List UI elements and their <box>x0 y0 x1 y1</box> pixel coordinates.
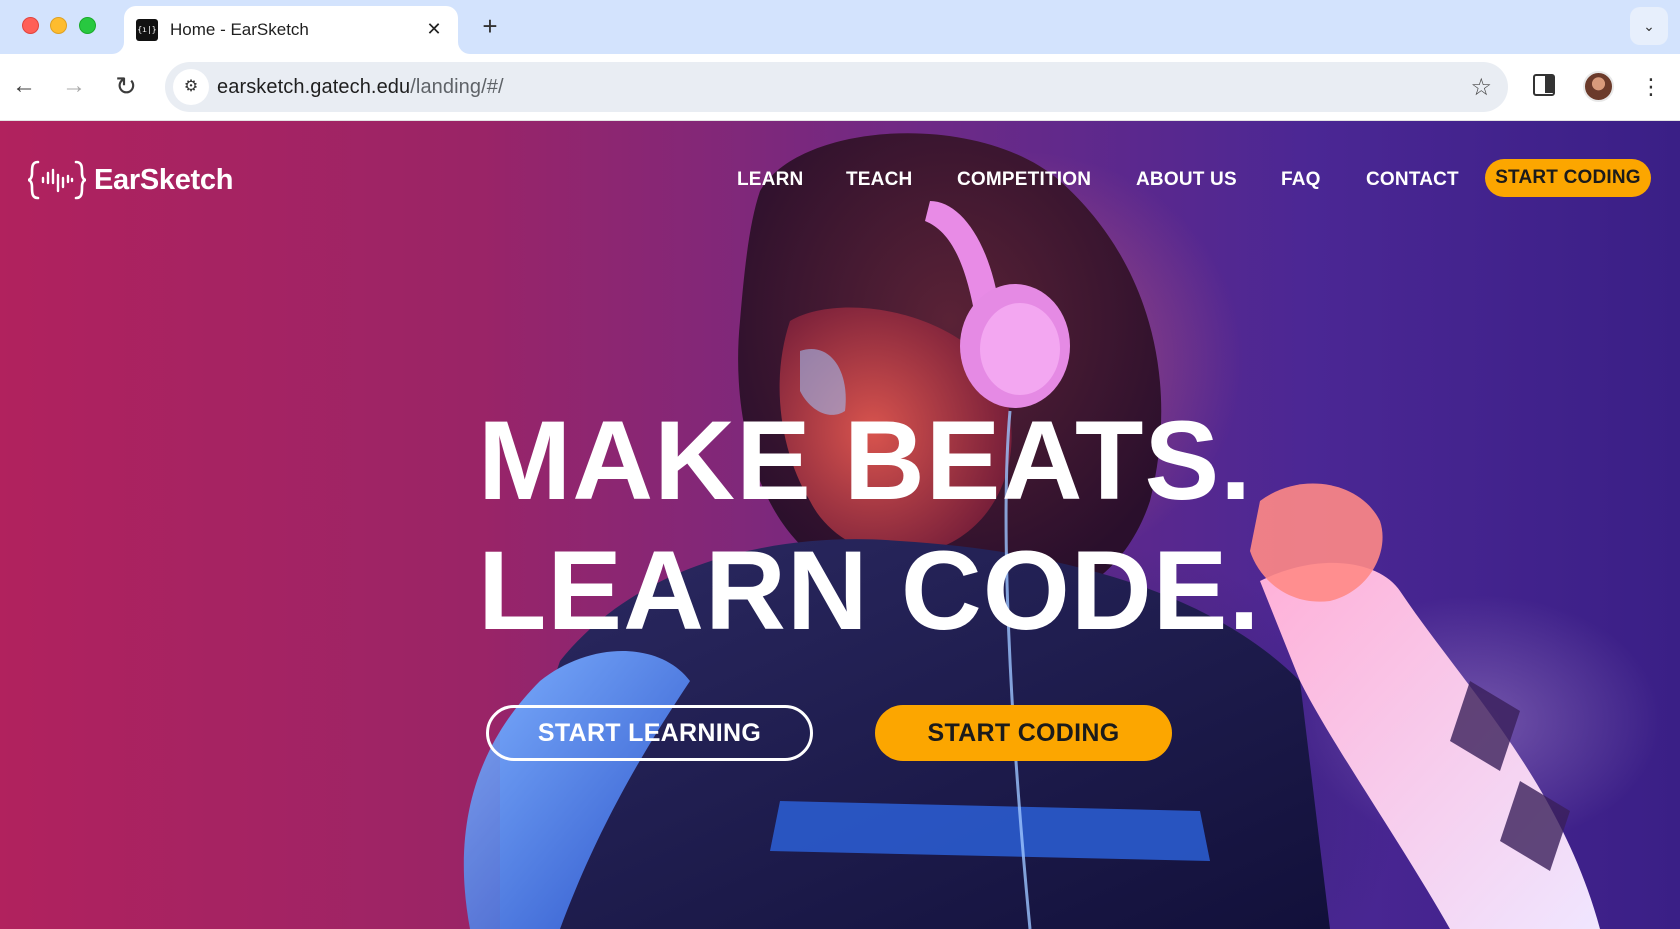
nav-link-competition[interactable]: COMPETITION <box>957 169 1091 191</box>
site-navigation: LEARN TEACH COMPETITION ABOUT US FAQ CON… <box>0 159 1680 203</box>
nav-link-learn[interactable]: LEARN <box>737 169 803 191</box>
url-path: /landing/#/ <box>410 76 504 98</box>
tab-title: Home - EarSketch <box>170 20 309 39</box>
zoom-window-button[interactable] <box>79 17 96 34</box>
url-text[interactable]: earsketch.gatech.edu/landing/#/ <box>217 76 504 99</box>
side-panel-icon <box>1533 74 1555 96</box>
back-button[interactable]: ← <box>6 68 42 104</box>
start-coding-button[interactable]: START CODING <box>875 705 1172 761</box>
address-bar[interactable]: ⚙ earsketch.gatech.edu/landing/#/ ☆ <box>165 62 1508 112</box>
forward-button[interactable]: → <box>56 68 92 104</box>
nav-link-about-us[interactable]: ABOUT US <box>1136 169 1237 191</box>
site-info-button[interactable]: ⚙ <box>173 69 209 105</box>
hero-headline-line-1: MAKE BEATS. <box>478 398 1253 523</box>
side-panel-button[interactable] <box>1531 71 1559 103</box>
nav-link-teach[interactable]: TEACH <box>846 169 912 191</box>
earsketch-favicon-icon: {ı|} <box>136 19 158 41</box>
nav-start-coding-button[interactable]: START CODING <box>1485 159 1651 197</box>
close-window-button[interactable] <box>22 17 39 34</box>
hero-headline-line-2: LEARN CODE. <box>478 528 1261 653</box>
hero-background-image <box>0 121 1600 929</box>
tab-search-button[interactable]: ⌄ <box>1630 7 1668 45</box>
minimize-window-button[interactable] <box>50 17 67 34</box>
nav-link-faq[interactable]: FAQ <box>1281 169 1321 191</box>
hero-section: EarSketch LEARN TEACH COMPETITION ABOUT … <box>0 121 1680 929</box>
browser-tab-active[interactable]: {ı|} Home - EarSketch ✕ <box>124 6 458 54</box>
start-learning-button[interactable]: START LEARNING <box>486 705 813 761</box>
browser-menu-icon[interactable]: ⋮ <box>1640 70 1662 104</box>
nav-link-contact[interactable]: CONTACT <box>1366 169 1459 191</box>
profile-avatar[interactable] <box>1583 71 1614 102</box>
new-tab-button[interactable]: + <box>474 11 506 43</box>
reload-button[interactable]: ↻ <box>108 68 144 104</box>
url-domain: earsketch.gatech.edu <box>217 76 411 98</box>
close-tab-icon[interactable]: ✕ <box>422 17 446 41</box>
browser-toolbar: ← → ↻ ⚙ earsketch.gatech.edu/landing/#/ … <box>0 54 1680 121</box>
site-settings-icon: ⚙ <box>183 78 199 95</box>
browser-tab-bar: {ı|} Home - EarSketch ✕ + ⌄ <box>0 0 1680 54</box>
bookmark-star-icon[interactable]: ☆ <box>1470 73 1492 102</box>
